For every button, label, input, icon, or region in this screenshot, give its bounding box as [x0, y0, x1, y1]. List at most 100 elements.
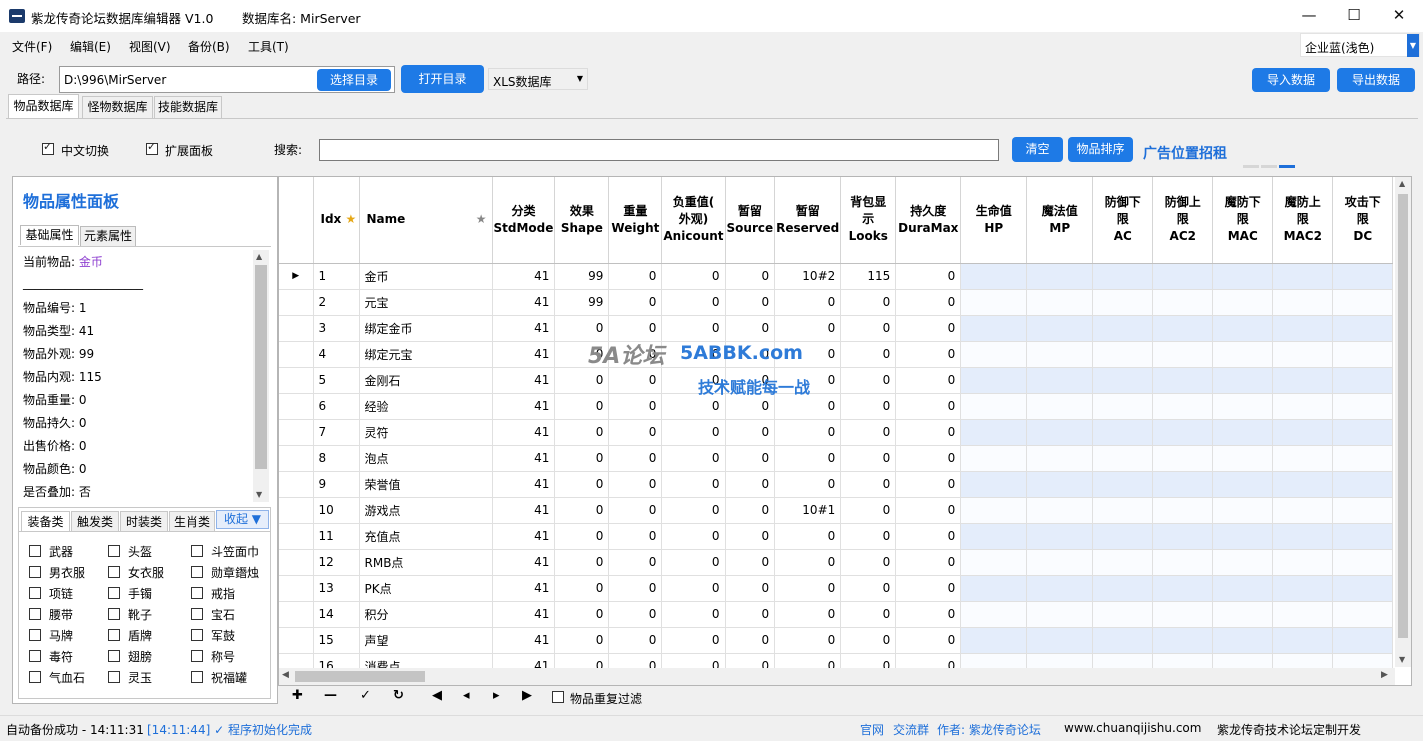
- table-cell[interactable]: 0: [661, 445, 726, 472]
- table-row[interactable]: 9 荣誉值 41 0 0 0 0 0 0 0: [279, 471, 1394, 498]
- table-cell[interactable]: 0: [895, 419, 962, 446]
- table-cell[interactable]: 元宝: [359, 289, 493, 316]
- table-cell[interactable]: [1152, 575, 1214, 602]
- table-cell[interactable]: 0: [725, 289, 776, 316]
- table-cell[interactable]: 0: [840, 367, 897, 394]
- table-cell[interactable]: [1152, 627, 1214, 654]
- table-cell[interactable]: 4: [313, 341, 360, 368]
- table-cell[interactable]: 0: [725, 601, 776, 628]
- table-cell[interactable]: 2: [313, 289, 360, 316]
- table-cell[interactable]: 0: [840, 341, 897, 368]
- row-header[interactable]: [279, 289, 314, 316]
- table-cell[interactable]: [1332, 341, 1394, 368]
- table-cell[interactable]: [1272, 341, 1334, 368]
- table-cell[interactable]: [1332, 289, 1394, 316]
- row-header[interactable]: [279, 315, 314, 342]
- table-cell[interactable]: [1092, 315, 1154, 342]
- table-cell[interactable]: 0: [608, 549, 663, 576]
- table-cell[interactable]: [1332, 575, 1394, 602]
- table-cell[interactable]: [1092, 367, 1154, 394]
- table-cell[interactable]: [960, 315, 1028, 342]
- table-cell[interactable]: [1092, 419, 1154, 446]
- scroll-down-icon[interactable]: ▼: [256, 490, 262, 499]
- table-row[interactable]: 3 绑定金币 41 0 0 0 0 0 0 0: [279, 315, 1394, 342]
- next-record-button[interactable]: ▸: [493, 688, 500, 703]
- table-cell[interactable]: 声望: [359, 627, 493, 654]
- table-cell[interactable]: [1272, 393, 1334, 420]
- last-record-button[interactable]: ▶: [522, 688, 532, 703]
- table-cell[interactable]: 41: [492, 523, 556, 550]
- current-row-icon[interactable]: ▶: [279, 263, 314, 290]
- table-cell[interactable]: 13: [313, 575, 360, 602]
- table-cell[interactable]: 41: [492, 393, 556, 420]
- table-cell[interactable]: 41: [492, 263, 556, 290]
- table-cell[interactable]: 0: [554, 575, 610, 602]
- table-cell[interactable]: [1212, 601, 1274, 628]
- table-cell[interactable]: [1332, 419, 1394, 446]
- column-header[interactable]: 背包显 示 Looks: [840, 177, 897, 264]
- table-cell[interactable]: [1272, 627, 1334, 654]
- tab-basic-attrs[interactable]: 基础属性: [20, 225, 79, 245]
- tab-items[interactable]: 物品数据库: [8, 94, 79, 118]
- table-cell[interactable]: [1272, 445, 1334, 472]
- tab-trigger[interactable]: 触发类: [71, 511, 119, 531]
- table-cell[interactable]: 0: [895, 523, 962, 550]
- table-cell[interactable]: [1026, 497, 1094, 524]
- table-cell[interactable]: [1152, 549, 1214, 576]
- grid-horizontal-scrollbar[interactable]: ◀ ▶: [279, 668, 1395, 685]
- table-cell[interactable]: 0: [554, 419, 610, 446]
- search-input[interactable]: [319, 139, 999, 161]
- table-cell[interactable]: 0: [661, 549, 726, 576]
- row-header[interactable]: [279, 523, 314, 550]
- table-cell[interactable]: [1332, 471, 1394, 498]
- table-cell[interactable]: 10#2: [774, 263, 842, 290]
- table-cell[interactable]: 0: [661, 263, 726, 290]
- menu-backup[interactable]: 备份(B): [188, 38, 230, 55]
- table-cell[interactable]: [1332, 497, 1394, 524]
- table-cell[interactable]: 0: [661, 575, 726, 602]
- cn-switch-checkbox[interactable]: [42, 140, 54, 155]
- table-cell[interactable]: [1272, 471, 1334, 498]
- author-text[interactable]: 作者: 紫龙传奇论坛: [937, 721, 1041, 738]
- table-cell[interactable]: 6: [313, 393, 360, 420]
- star-icon[interactable]: ★: [341, 212, 356, 226]
- choose-dir-button[interactable]: 选择目录: [317, 69, 391, 91]
- table-cell[interactable]: [1272, 419, 1334, 446]
- table-cell[interactable]: 0: [895, 601, 962, 628]
- table-cell[interactable]: 0: [661, 471, 726, 498]
- dup-filter-checkbox[interactable]: [552, 691, 564, 703]
- table-cell[interactable]: 0: [725, 471, 776, 498]
- table-cell[interactable]: 0: [840, 419, 897, 446]
- row-header[interactable]: [279, 367, 314, 394]
- tab-monsters[interactable]: 怪物数据库: [82, 96, 153, 118]
- tab-fashion[interactable]: 时装类: [120, 511, 168, 531]
- table-cell[interactable]: 0: [774, 471, 842, 498]
- table-cell[interactable]: 9: [313, 471, 360, 498]
- menu-file[interactable]: 文件(F): [12, 38, 52, 55]
- table-row[interactable]: 12 RMB点 41 0 0 0 0 0 0 0: [279, 549, 1394, 576]
- table-cell[interactable]: [1092, 393, 1154, 420]
- table-cell[interactable]: 0: [774, 419, 842, 446]
- table-cell[interactable]: 7: [313, 419, 360, 446]
- table-cell[interactable]: [1092, 341, 1154, 368]
- table-cell[interactable]: [1212, 523, 1274, 550]
- table-cell[interactable]: 0: [554, 471, 610, 498]
- theme-select[interactable]: 企业蓝(浅色) ▼: [1300, 33, 1420, 57]
- table-cell[interactable]: [1212, 549, 1274, 576]
- table-cell[interactable]: 0: [661, 289, 726, 316]
- table-cell[interactable]: [1212, 445, 1274, 472]
- table-cell[interactable]: [960, 523, 1028, 550]
- table-cell[interactable]: 3: [313, 315, 360, 342]
- table-cell[interactable]: 0: [895, 367, 962, 394]
- table-cell[interactable]: 0: [840, 575, 897, 602]
- table-cell[interactable]: 0: [895, 289, 962, 316]
- table-cell[interactable]: [1026, 315, 1094, 342]
- table-cell[interactable]: 荣誉值: [359, 471, 493, 498]
- table-cell[interactable]: 泡点: [359, 445, 493, 472]
- table-cell[interactable]: 金刚石: [359, 367, 493, 394]
- table-cell[interactable]: 0: [554, 601, 610, 628]
- table-cell[interactable]: 金币: [359, 263, 493, 290]
- open-dir-button[interactable]: 打开目录: [401, 65, 484, 93]
- table-cell[interactable]: 0: [895, 315, 962, 342]
- confirm-button[interactable]: ✓: [360, 688, 371, 703]
